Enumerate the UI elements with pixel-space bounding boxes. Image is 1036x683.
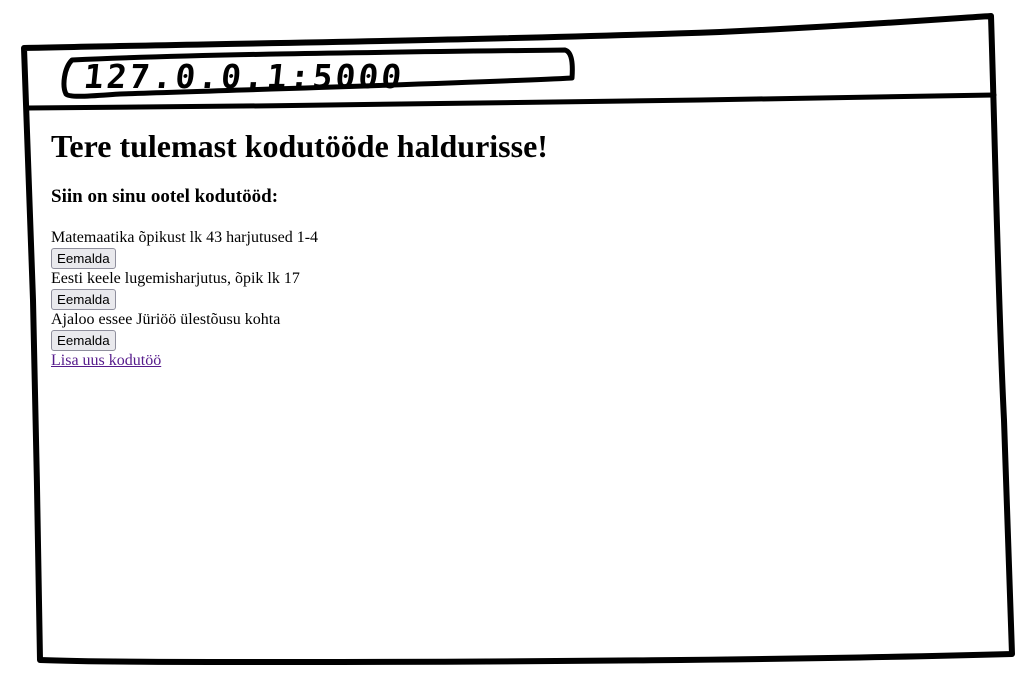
page-title: Tere tulemast kodutööde haldurisse! [51, 128, 548, 164]
remove-button[interactable]: Eemalda [51, 289, 116, 310]
task-list: Matemaatika õpikust lk 43 harjutused 1-4… [51, 228, 991, 370]
remove-button[interactable]: Eemalda [51, 248, 116, 269]
browser-sketch: 127.0.0.1:5000 Tere tulemast kodutööde h… [0, 0, 1036, 683]
remove-button[interactable]: Eemalda [51, 330, 116, 351]
task-text: Matemaatika õpikust lk 43 harjutused 1-4 [51, 229, 319, 246]
task-item: Matemaatika õpikust lk 43 harjutused 1-4… [51, 228, 991, 269]
task-text: Eesti keele lugemisharjutus, õpik lk 17 [51, 270, 300, 287]
page-content: Tere tulemast kodutööde haldurisse! Siin… [51, 126, 991, 370]
add-homework-link[interactable]: Lisa uus kodutöö [51, 351, 991, 370]
address-bar-url[interactable]: 127.0.0.1:5000 [82, 57, 406, 96]
task-text: Ajaloo essee Jüriöö ülestõusu kohta [51, 311, 281, 328]
task-item: Eesti keele lugemisharjutus, õpik lk 17 … [51, 269, 991, 310]
page-subtitle: Siin on sinu ootel kodutööd: [51, 186, 279, 207]
task-item: Ajaloo essee Jüriöö ülestõusu kohta Eema… [51, 310, 991, 351]
toolbar-separator [25, 92, 997, 111]
